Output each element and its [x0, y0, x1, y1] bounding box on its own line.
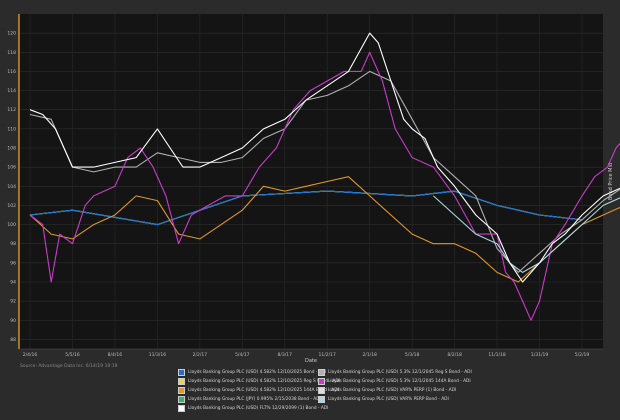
y-tick-label: 116 — [7, 69, 16, 75]
legend-label: Lloyds Banking Group PLC (JPY) 0.995% 2/… — [188, 397, 321, 402]
y-tick-label: 114 — [7, 88, 16, 94]
x-tick-label: 5/5/16 — [65, 352, 80, 358]
legend-swatch — [178, 396, 185, 403]
legend-swatch — [178, 378, 185, 385]
y-tick-label: 96 — [10, 260, 16, 266]
y-tick-label: 118 — [7, 50, 16, 56]
x-tick-label: 5/3/18 — [405, 352, 420, 358]
x-tick-label: 5/2/19 — [575, 352, 590, 358]
x-tick-label: 8/3/17 — [278, 352, 293, 358]
legend-swatch — [318, 369, 325, 376]
legend-label: Lloyds Banking Group PLC (USD) VAR% PERP… — [328, 388, 457, 393]
x-tick-label: 2/4/16 — [23, 352, 38, 358]
x-tick-label: 8/2/18 — [447, 352, 462, 358]
legend-label: Lloyds Banking Group PLC (USD) 4.582% 12… — [188, 388, 339, 393]
y-tick-label: 92 — [10, 299, 16, 305]
legend-label: Lloyds Banking Group PLC (USD) 5.3% 12/1… — [328, 379, 471, 384]
legend-item: Lloyds Banking Group PLC (USD) 4.582% 12… — [178, 378, 340, 385]
legend-label: Lloyds Banking Group PLC (USD) VAR% PERP… — [328, 397, 449, 402]
y-tick-label: 106 — [7, 165, 16, 171]
legend-swatch — [318, 378, 325, 385]
x-tick-label: 11/1/18 — [488, 352, 505, 358]
y-tick-label: 94 — [10, 280, 16, 286]
legend-item: Lloyds Banking Group PLC (USD) VAR% PERP… — [318, 396, 449, 403]
y-tick-label: 102 — [7, 203, 16, 209]
bond-price-chart: 88 90 92 94 96 98 100 102 104 106 108 110 112 114 116 1… — [7, 14, 620, 364]
legend-item: Lloyds Banking Group PLC (USD) 5.3% 12/1… — [318, 369, 472, 376]
y-tick-label: 98 — [10, 241, 16, 247]
x-tick-label: 2/1/18 — [362, 352, 377, 358]
legend-item: Lloyds Banking Group PLC (USD) FLT% 12/2… — [178, 405, 328, 412]
y-tick-label: 112 — [7, 107, 16, 113]
legend-item: Lloyds Banking Group PLC (USD) VAR% PERP… — [318, 387, 456, 394]
legend-item: Lloyds Banking Group PLC (USD) 4.582% 12… — [178, 387, 339, 394]
legend-item: Lloyds Banking Group PLC (USD) 4.582% 12… — [178, 369, 326, 376]
y-tick-label: 104 — [7, 184, 16, 190]
legend-swatch — [318, 387, 325, 394]
y-tick-label: 90 — [10, 318, 16, 324]
legend-label: Lloyds Banking Group PLC (USD) FLT% 12/2… — [188, 406, 329, 411]
x-tick-label: 11/2/17 — [319, 352, 336, 358]
legend-label: Lloyds Banking Group PLC (USD) 4.582% 12… — [188, 370, 327, 375]
x-tick-label: 2/2/17 — [193, 352, 208, 358]
legend-item: Lloyds Banking Group PLC (USD) 5.3% 12/1… — [318, 378, 471, 385]
legend-label: Lloyds Banking Group PLC (USD) 5.3% 12/1… — [328, 370, 472, 375]
x-tick-label: 5/4/17 — [235, 352, 250, 358]
legend-swatch — [178, 387, 185, 394]
legend-swatch — [178, 369, 185, 376]
plot-area — [19, 14, 603, 349]
legend-item: Lloyds Banking Group PLC (JPY) 0.995% 2/… — [178, 396, 321, 403]
y-tick-label: 108 — [7, 146, 16, 152]
x-tick-label: 1/31/19 — [531, 352, 548, 358]
x-axis-label: Date — [305, 358, 317, 364]
source-note: Source: Advantage Data Inc. 6/14/19 10:1… — [20, 364, 118, 369]
x-tick-label: 11/3/16 — [149, 352, 166, 358]
y-tick-label: 100 — [7, 222, 16, 228]
legend-swatch — [318, 396, 325, 403]
y-tick-label: 88 — [10, 337, 16, 343]
y-tick-label: 120 — [7, 31, 16, 37]
y-tick-label: 110 — [7, 126, 16, 132]
legend-swatch — [178, 405, 185, 412]
x-tick-label: 8/4/16 — [108, 352, 123, 358]
